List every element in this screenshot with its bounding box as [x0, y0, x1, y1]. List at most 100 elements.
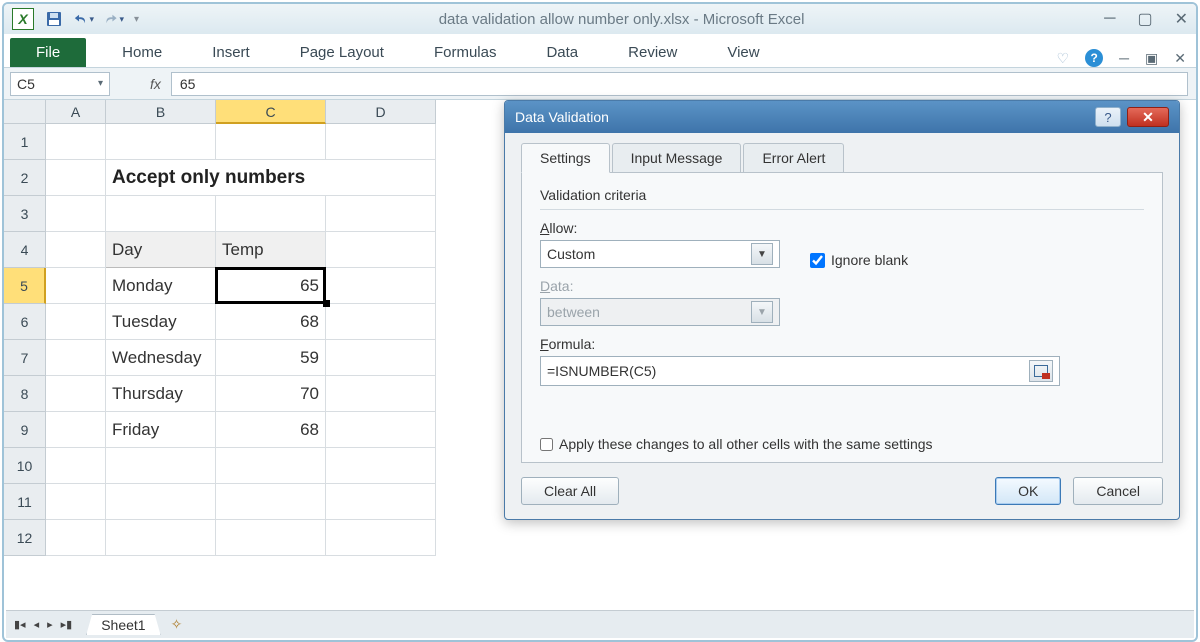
ribbon-tab-insert[interactable]: Insert [198, 38, 264, 67]
cell-B7[interactable]: Wednesday [106, 340, 216, 376]
qat-undo-button[interactable]: ▾ [74, 9, 94, 29]
dialog-tab-settings[interactable]: Settings [521, 143, 610, 173]
cell-C12[interactable] [216, 520, 326, 556]
maximize-button[interactable]: ▢ [1137, 9, 1152, 29]
row-header-2[interactable]: 2 [4, 160, 46, 196]
cell-C1[interactable] [216, 124, 326, 160]
cell-C4[interactable]: Temp [216, 232, 326, 268]
row-header-8[interactable]: 8 [4, 376, 46, 412]
cell-B5[interactable]: Monday [106, 268, 216, 304]
sheet-nav-next[interactable]: ▸ [45, 618, 55, 631]
fx-label[interactable]: fx [150, 76, 161, 92]
col-header-D[interactable]: D [326, 100, 436, 124]
dialog-close-button[interactable]: ✕ [1127, 107, 1169, 127]
allow-dropdown-icon[interactable]: ▼ [751, 243, 773, 265]
row-header-9[interactable]: 9 [4, 412, 46, 448]
cell-A3[interactable] [46, 196, 106, 232]
cell-C5[interactable]: 65 [216, 268, 326, 304]
ribbon-tab-file[interactable]: File [10, 38, 86, 67]
cell-D6[interactable] [326, 304, 436, 340]
cell-C11[interactable] [216, 484, 326, 520]
col-header-C[interactable]: C [216, 100, 326, 124]
ribbon-tab-formulas[interactable]: Formulas [420, 38, 511, 67]
cell-D10[interactable] [326, 448, 436, 484]
select-all-corner[interactable] [4, 100, 46, 124]
sheet-tab-sheet1[interactable]: Sheet1 [86, 614, 160, 635]
sheet-nav-prev[interactable]: ◂ [32, 618, 42, 631]
cell-C10[interactable] [216, 448, 326, 484]
cell-B11[interactable] [106, 484, 216, 520]
cell-A7[interactable] [46, 340, 106, 376]
qat-save-button[interactable] [44, 9, 64, 29]
ribbon-tab-page-layout[interactable]: Page Layout [286, 38, 398, 67]
cell-D4[interactable] [326, 232, 436, 268]
cell-C7[interactable]: 59 [216, 340, 326, 376]
ribbon-tab-view[interactable]: View [713, 38, 773, 67]
row-header-7[interactable]: 7 [4, 340, 46, 376]
range-picker-button[interactable] [1029, 360, 1053, 382]
qat-redo-button[interactable]: ▾ [104, 9, 124, 29]
apply-changes-checkbox[interactable] [540, 438, 553, 451]
cell-B10[interactable] [106, 448, 216, 484]
cell-D5[interactable] [326, 268, 436, 304]
cell-D3[interactable] [326, 196, 436, 232]
new-sheet-button[interactable]: ✧ [171, 616, 183, 633]
sheet-nav-first[interactable]: ▮◂ [12, 618, 28, 631]
ignore-blank-checkbox[interactable]: Ignore blank [810, 252, 908, 268]
dialog-help-button[interactable]: ? [1095, 107, 1121, 127]
row-header-12[interactable]: 12 [4, 520, 46, 556]
cell-B2[interactable]: Accept only numbers [106, 160, 436, 196]
cell-A5[interactable] [46, 268, 106, 304]
clear-all-button[interactable]: Clear All [521, 477, 619, 505]
dialog-tab-error-alert[interactable]: Error Alert [743, 143, 844, 173]
cell-D7[interactable] [326, 340, 436, 376]
row-header-3[interactable]: 3 [4, 196, 46, 232]
sheet-nav-last[interactable]: ▸▮ [59, 618, 75, 631]
name-box-dropdown-icon[interactable]: ▾ [98, 78, 103, 89]
cell-B12[interactable] [106, 520, 216, 556]
cell-A2[interactable] [46, 160, 106, 196]
ribbon-minimize-icon[interactable]: ─ [1119, 50, 1129, 66]
row-header-11[interactable]: 11 [4, 484, 46, 520]
cell-B6[interactable]: Tuesday [106, 304, 216, 340]
cell-A4[interactable] [46, 232, 106, 268]
cell-A1[interactable] [46, 124, 106, 160]
cell-C3[interactable] [216, 196, 326, 232]
cell-D1[interactable] [326, 124, 436, 160]
formula-field[interactable]: =ISNUMBER(C5) [540, 356, 1060, 386]
ribbon-close-icon[interactable]: ✕ [1174, 50, 1186, 67]
cancel-button[interactable]: Cancel [1073, 477, 1163, 505]
cell-D9[interactable] [326, 412, 436, 448]
row-header-4[interactable]: 4 [4, 232, 46, 268]
ribbon-tab-home[interactable]: Home [108, 38, 176, 67]
close-button[interactable]: ✕ [1175, 9, 1188, 29]
row-header-5[interactable]: 5 [4, 268, 46, 304]
col-header-B[interactable]: B [106, 100, 216, 124]
ribbon-tab-review[interactable]: Review [614, 38, 691, 67]
cell-C8[interactable]: 70 [216, 376, 326, 412]
row-header-6[interactable]: 6 [4, 304, 46, 340]
ribbon-restore-icon[interactable]: ▣ [1145, 50, 1158, 67]
minimize-button[interactable]: ─ [1104, 10, 1115, 28]
cell-D8[interactable] [326, 376, 436, 412]
row-header-1[interactable]: 1 [4, 124, 46, 160]
help-icon[interactable]: ? [1085, 49, 1103, 67]
col-header-A[interactable]: A [46, 100, 106, 124]
cell-A9[interactable] [46, 412, 106, 448]
row-header-10[interactable]: 10 [4, 448, 46, 484]
ok-button[interactable]: OK [995, 477, 1061, 505]
cell-B3[interactable] [106, 196, 216, 232]
cell-D11[interactable] [326, 484, 436, 520]
ribbon-tab-data[interactable]: Data [532, 38, 592, 67]
cell-B8[interactable]: Thursday [106, 376, 216, 412]
cell-A6[interactable] [46, 304, 106, 340]
cell-C9[interactable]: 68 [216, 412, 326, 448]
formula-input[interactable]: 65 [171, 72, 1188, 96]
name-box[interactable]: C5 ▾ [10, 72, 110, 96]
allow-combo[interactable]: Custom ▼ [540, 240, 780, 268]
cell-A11[interactable] [46, 484, 106, 520]
dialog-title-bar[interactable]: Data Validation ? ✕ [505, 101, 1179, 133]
cell-B9[interactable]: Friday [106, 412, 216, 448]
ignore-blank-input[interactable] [810, 253, 825, 268]
cell-A12[interactable] [46, 520, 106, 556]
